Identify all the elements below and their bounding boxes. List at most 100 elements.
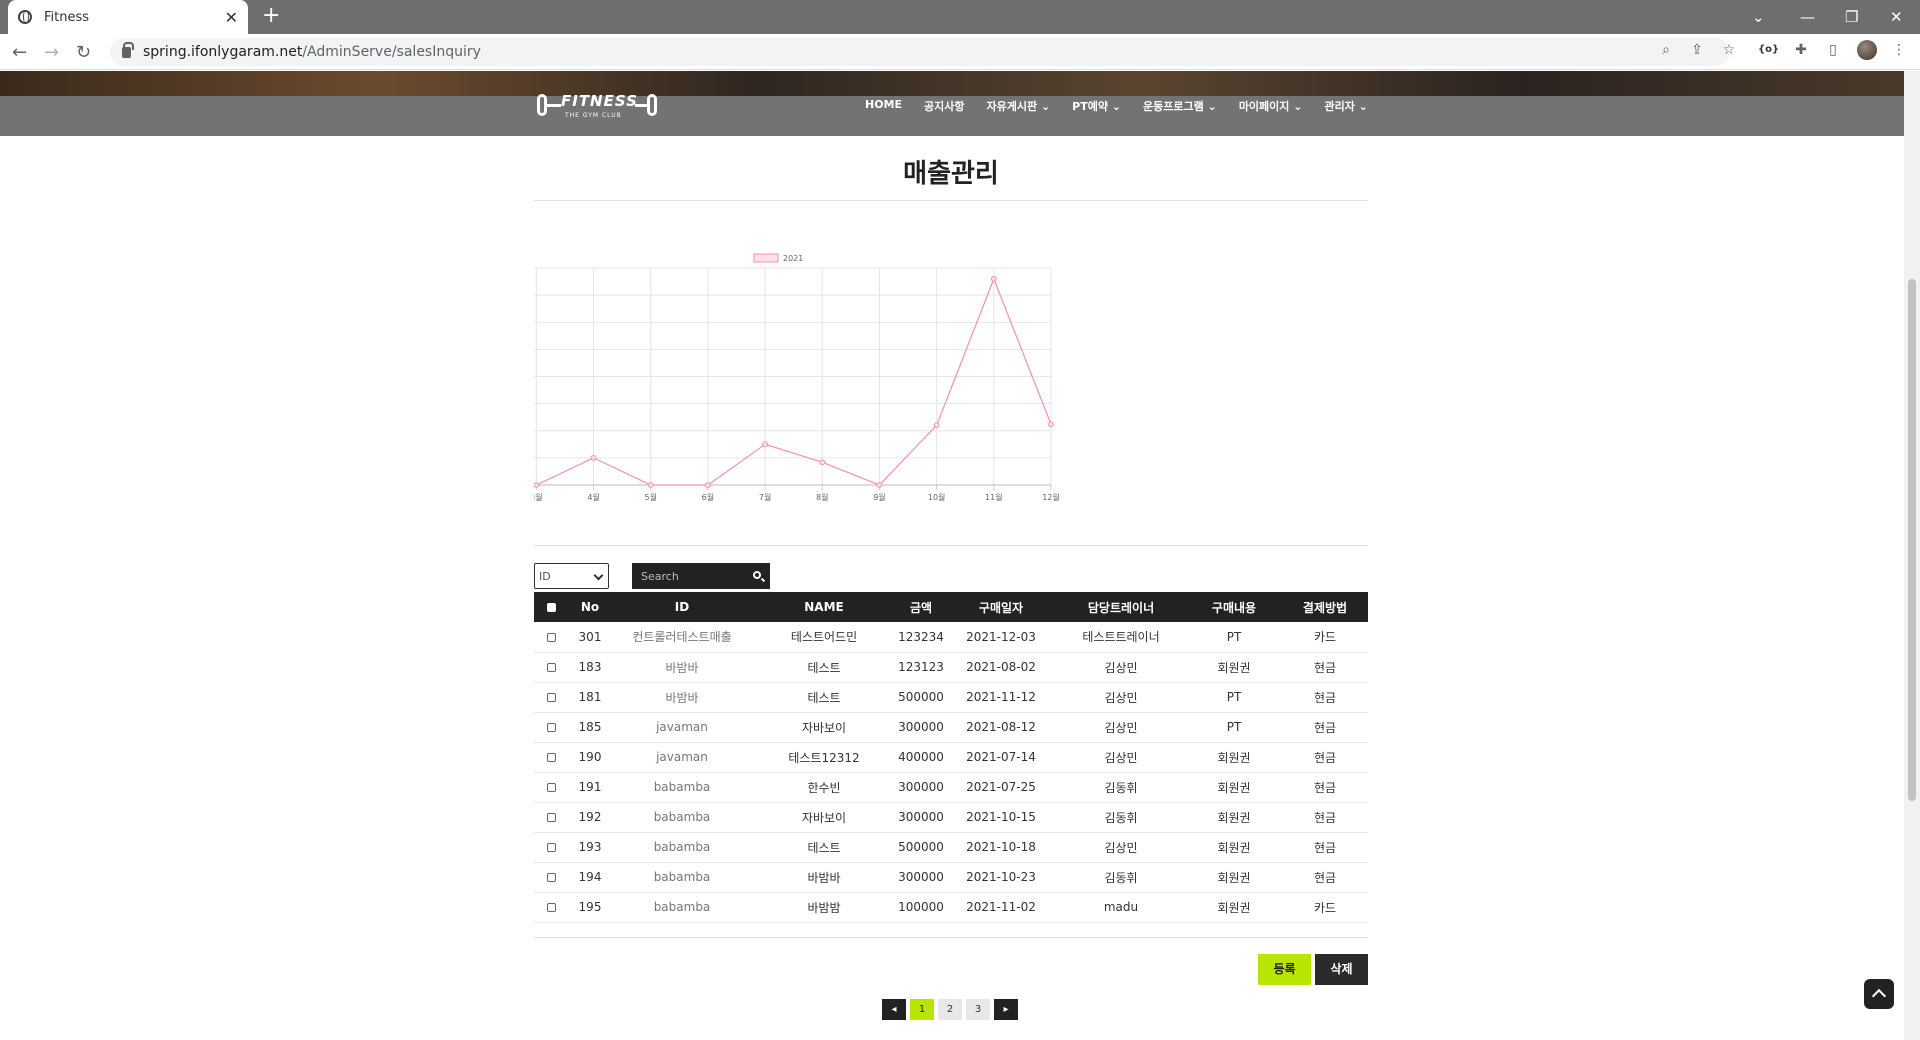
new-tab-button[interactable]: + bbox=[262, 4, 280, 28]
row-checkbox[interactable] bbox=[546, 843, 556, 852]
table-row[interactable]: 195 babamba 바밤밤 100000 2021-11-02 madu 회원권 카드 bbox=[534, 892, 1368, 923]
search-input[interactable]: Search bbox=[632, 563, 770, 589]
row-checkbox[interactable] bbox=[546, 632, 556, 642]
prev-page-button[interactable]: ◂ bbox=[882, 999, 906, 1020]
table-row[interactable]: 183 바밤바 테스트 123123 2021-08-02 김상민 회원권 현금 bbox=[534, 652, 1368, 683]
nav-pt-reservation[interactable]: PT예약 ⌄ bbox=[1072, 98, 1121, 114]
row-checkbox-cell[interactable] bbox=[534, 772, 568, 803]
select-all-header[interactable] bbox=[534, 592, 568, 622]
restore-icon[interactable]: ❐ bbox=[1845, 0, 1858, 34]
table-row[interactable]: 190 javaman 테스트12312 400000 2021-07-14 김상민 회원권… bbox=[534, 742, 1368, 773]
browser-tab[interactable]: Fitness ✕ bbox=[8, 0, 248, 34]
page-3-button[interactable]: 3 bbox=[966, 999, 990, 1020]
series-line-2021 bbox=[534, 277, 1052, 486]
cell-date: 2021-11-12 bbox=[946, 682, 1056, 713]
forward-icon[interactable]: → bbox=[44, 42, 59, 63]
table-row[interactable]: 191 babamba 한수빈 300000 2021-07-25 김동휘 회원권 현금 bbox=[534, 772, 1368, 803]
row-checkbox-cell[interactable] bbox=[534, 802, 568, 833]
filter-controls: ID Search bbox=[534, 563, 1368, 589]
extension-icon[interactable]: {o} bbox=[1758, 41, 1779, 59]
row-checkbox[interactable] bbox=[546, 663, 556, 672]
minimize-icon[interactable]: — bbox=[1800, 0, 1815, 34]
page-2-button[interactable]: 2 bbox=[938, 999, 962, 1020]
cell-date: 2021-10-23 bbox=[946, 862, 1056, 893]
scrollbar-thumb[interactable] bbox=[1908, 279, 1916, 801]
cell-id: babamba bbox=[612, 862, 752, 893]
cell-trainer: 김상민 bbox=[1056, 742, 1186, 773]
tab-search-icon[interactable]: ⌄ bbox=[1752, 0, 1765, 34]
puzzle-icon[interactable]: ✚ bbox=[1792, 41, 1810, 59]
row-checkbox-cell[interactable] bbox=[534, 682, 568, 713]
cell-date: 2021-08-12 bbox=[946, 712, 1056, 743]
row-checkbox-cell[interactable] bbox=[534, 712, 568, 743]
nav-programs[interactable]: 운동프로그램 ⌄ bbox=[1143, 98, 1217, 114]
scroll-to-top-button[interactable] bbox=[1864, 979, 1894, 1009]
reload-icon[interactable]: ↻ bbox=[76, 42, 91, 63]
col-trainer: 담당트레이너 bbox=[1056, 592, 1186, 622]
url-path: /AdminServe/salesInquiry bbox=[302, 44, 481, 60]
url-field[interactable]: spring.ifonlygaram.net/AdminServe/salesI… bbox=[110, 38, 1730, 66]
row-checkbox-cell[interactable] bbox=[534, 742, 568, 773]
zoom-icon[interactable]: ⌕ bbox=[1657, 41, 1675, 59]
nav-mypage[interactable]: 마이페이지 ⌄ bbox=[1239, 98, 1303, 114]
nav-home[interactable]: HOME bbox=[865, 98, 902, 111]
close-window-icon[interactable]: ✕ bbox=[1890, 0, 1903, 34]
next-page-button[interactable]: ▸ bbox=[994, 999, 1018, 1020]
row-checkbox[interactable] bbox=[546, 813, 556, 822]
back-icon[interactable]: ← bbox=[12, 42, 27, 63]
cell-date: 2021-11-02 bbox=[946, 892, 1056, 923]
row-checkbox-cell[interactable] bbox=[534, 832, 568, 863]
table-row[interactable]: 185 javaman 자바보이 300000 2021-08-12 김상민 PT 현금 bbox=[534, 712, 1368, 743]
cell-date: 2021-07-25 bbox=[946, 772, 1056, 803]
cell-trainer: 테스트트레이너 bbox=[1056, 622, 1186, 653]
row-checkbox[interactable] bbox=[546, 753, 556, 762]
scrollbar[interactable] bbox=[1904, 71, 1920, 1040]
table-row[interactable]: 193 babamba 테스트 500000 2021-10-18 김상민 회원권 현금 bbox=[534, 832, 1368, 863]
profile-avatar[interactable] bbox=[1857, 40, 1877, 60]
search-field-select[interactable]: ID bbox=[534, 563, 609, 589]
cell-item: 회원권 bbox=[1186, 652, 1282, 683]
row-checkbox[interactable] bbox=[546, 903, 556, 912]
cell-payment: 현금 bbox=[1282, 832, 1368, 863]
bookmark-star-icon[interactable]: ☆ bbox=[1720, 41, 1738, 59]
row-checkbox-cell[interactable] bbox=[534, 622, 568, 653]
table-row[interactable]: 194 babamba 바밤바 300000 2021-10-23 김동휘 회원권 현금 bbox=[534, 862, 1368, 893]
close-tab-icon[interactable]: ✕ bbox=[225, 8, 238, 27]
row-checkbox[interactable] bbox=[546, 783, 556, 792]
nav-admin[interactable]: 관리자 ⌄ bbox=[1324, 98, 1367, 114]
row-checkbox-cell[interactable] bbox=[534, 652, 568, 683]
table-row[interactable]: 301 컨트롤러테스트매출 테스트어드민 123234 2021-12-03 테스트트레이… bbox=[534, 622, 1368, 653]
cell-payment: 현금 bbox=[1282, 862, 1368, 893]
sidepanel-icon[interactable]: ▯ bbox=[1824, 41, 1842, 59]
cell-name: 한수빈 bbox=[752, 772, 896, 803]
nav-free-board[interactable]: 자유게시판 ⌄ bbox=[987, 98, 1051, 114]
cell-payment: 현금 bbox=[1282, 802, 1368, 833]
share-icon[interactable]: ⇪ bbox=[1688, 41, 1706, 59]
cell-no: 192 bbox=[568, 802, 612, 833]
row-checkbox[interactable] bbox=[546, 723, 556, 732]
menu-kebab-icon[interactable]: ⋮ bbox=[1890, 41, 1908, 59]
row-checkbox[interactable] bbox=[546, 693, 556, 702]
page-1-button[interactable]: 1 bbox=[910, 999, 934, 1020]
cell-date: 2021-12-03 bbox=[946, 622, 1056, 653]
cell-amount: 500000 bbox=[896, 832, 946, 863]
col-date: 구매일자 bbox=[946, 592, 1056, 622]
register-button[interactable]: 등록 bbox=[1258, 954, 1311, 985]
row-checkbox-cell[interactable] bbox=[534, 892, 568, 923]
table-row[interactable]: 192 babamba 자바보이 300000 2021-10-15 김동휘 회원권 현금 bbox=[534, 802, 1368, 833]
table-row[interactable]: 181 바밤바 테스트 500000 2021-11-12 김상민 PT 현금 bbox=[534, 682, 1368, 713]
data-point bbox=[1048, 421, 1054, 428]
divider bbox=[534, 545, 1368, 546]
delete-button[interactable]: 삭제 bbox=[1315, 954, 1368, 985]
select-all-checkbox[interactable] bbox=[546, 603, 556, 612]
row-checkbox[interactable] bbox=[546, 873, 556, 882]
cell-name: 테스트 bbox=[752, 682, 896, 713]
cell-amount: 300000 bbox=[896, 802, 946, 833]
search-icon[interactable] bbox=[753, 571, 761, 579]
row-checkbox-cell[interactable] bbox=[534, 862, 568, 893]
nav-notice[interactable]: 공지사항 bbox=[924, 98, 964, 114]
legend-swatch bbox=[753, 253, 779, 263]
cell-trainer: madu bbox=[1056, 892, 1186, 923]
table-header-row: No ID NAME 금액 구매일자 담당트레이너 구매내용 결제방법 bbox=[534, 592, 1368, 622]
site-logo[interactable]: FITNESS THE GYM CLUB bbox=[535, 86, 660, 126]
